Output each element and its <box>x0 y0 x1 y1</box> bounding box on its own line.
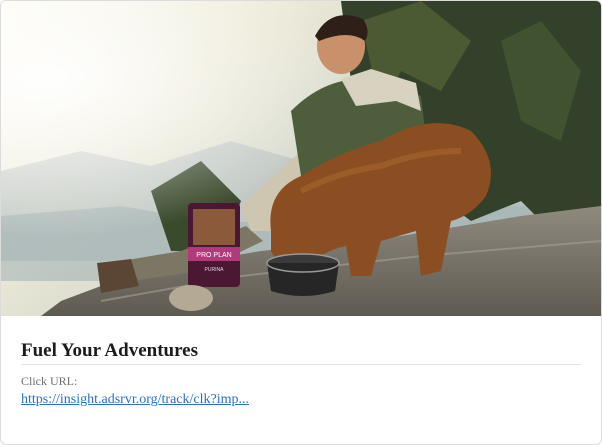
click-url-label: Click URL: <box>21 374 78 388</box>
product-maker-text: PURINA <box>205 267 225 273</box>
ad-title: Fuel Your Adventures <box>21 340 199 361</box>
ad-preview-card: PRO PLAN PURINA Fuel Your Adventures Cli… <box>0 0 602 445</box>
product-brand-text: PRO PLAN <box>196 252 231 259</box>
ad-info-panel: Fuel Your Adventures Click URL: https://… <box>1 316 601 444</box>
click-url-link[interactable]: https://insight.adsrvr.org/track/clk?imp… <box>21 392 249 408</box>
product-bag: PRO PLAN PURINA <box>188 203 240 287</box>
ad-hero-image[interactable]: PRO PLAN PURINA <box>1 1 601 316</box>
divider <box>21 364 581 365</box>
